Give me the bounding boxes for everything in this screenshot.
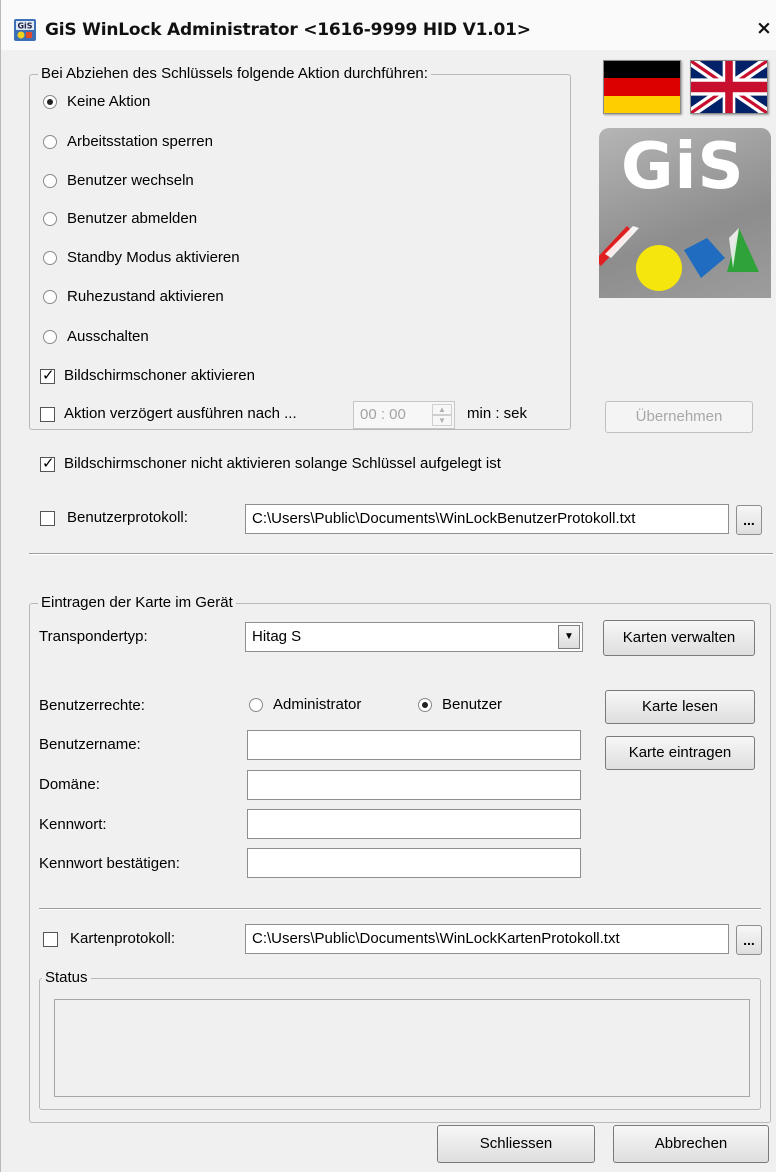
- radio-label-user: Benutzer: [442, 696, 503, 713]
- delay-checkbox[interactable]: [40, 407, 55, 422]
- radio-ruhezustand[interactable]: [43, 290, 57, 304]
- transponder-label: Transpondertyp:: [39, 628, 148, 645]
- radio-label-benutzer-wechseln: Benutzer wechseln: [67, 172, 194, 189]
- chevron-down-icon[interactable]: ▼: [558, 625, 580, 649]
- delay-time-value: 00 : 00: [360, 406, 406, 423]
- rights-label: Benutzerrechte:: [39, 697, 145, 714]
- close-window-button[interactable]: ×: [754, 16, 774, 40]
- radio-user[interactable]: [418, 698, 432, 712]
- radio-label-keine-aktion: Keine Aktion: [67, 93, 151, 110]
- radio-benutzer-wechseln[interactable]: [43, 174, 57, 188]
- svg-text:GiS: GiS: [17, 22, 32, 31]
- screensaver-checkbox[interactable]: [40, 366, 55, 384]
- gis-logo-shapes: [599, 226, 759, 291]
- radio-admin[interactable]: [249, 698, 263, 712]
- app-icon: GiS: [14, 19, 36, 41]
- radio-keine-aktion[interactable]: [43, 95, 57, 109]
- read-card-button[interactable]: Karte lesen: [605, 690, 755, 724]
- gis-logo-text: GiS: [621, 130, 745, 204]
- password-label: Kennwort:: [39, 816, 107, 833]
- no-screensaver-checkbox[interactable]: [40, 454, 55, 472]
- status-legend: Status: [42, 969, 91, 986]
- radio-label-benutzer-abmelden: Benutzer abmelden: [67, 210, 198, 227]
- domain-input[interactable]: [247, 770, 581, 800]
- card-log-browse-button[interactable]: ...: [736, 925, 762, 955]
- password-input[interactable]: [247, 809, 581, 839]
- card-log-label: Kartenprotokoll:: [70, 930, 176, 947]
- radio-ausschalten[interactable]: [43, 330, 57, 344]
- password-confirm-label: Kennwort bestätigen:: [39, 855, 180, 872]
- cancel-button[interactable]: Abbrechen: [613, 1125, 769, 1163]
- password-confirm-input[interactable]: [247, 848, 581, 878]
- manage-cards-button[interactable]: Karten verwalten: [603, 620, 755, 656]
- radio-arbeitsstation-sperren[interactable]: [43, 135, 57, 149]
- user-log-checkbox[interactable]: [40, 511, 55, 526]
- delay-time-spinner[interactable]: 00 : 00 ▲ ▼: [353, 401, 455, 429]
- action-group-legend: Bei Abziehen des Schlüssels folgende Akt…: [38, 65, 431, 82]
- radio-label-ruhezustand: Ruhezustand aktivieren: [67, 288, 224, 305]
- delay-label: Aktion verzögert ausführen nach ...: [64, 405, 297, 422]
- german-flag-icon[interactable]: [603, 60, 681, 114]
- transponder-value: Hitag S: [252, 628, 302, 645]
- domain-label: Domäne:: [39, 776, 100, 793]
- transponder-select[interactable]: Hitag S ▼: [245, 622, 583, 652]
- radio-benutzer-abmelden[interactable]: [43, 212, 57, 226]
- username-input[interactable]: [247, 730, 581, 760]
- uk-flag-icon[interactable]: [690, 60, 768, 114]
- user-log-path-input[interactable]: C:\Users\Public\Documents\WinLockBenutze…: [245, 504, 729, 534]
- card-log-checkbox[interactable]: [43, 932, 58, 947]
- radio-label-admin: Administrator: [273, 696, 362, 713]
- status-group: Status: [39, 969, 761, 1110]
- radio-label-standby: Standby Modus aktivieren: [67, 249, 240, 266]
- close-button[interactable]: Schliessen: [437, 1125, 595, 1163]
- card-group-legend: Eintragen der Karte im Gerät: [38, 594, 236, 611]
- spin-down-icon[interactable]: ▼: [432, 415, 452, 426]
- gis-logo: GiS: [599, 128, 771, 298]
- spin-up-icon[interactable]: ▲: [432, 404, 452, 415]
- radio-label-arbeitsstation-sperren: Arbeitsstation sperren: [67, 133, 213, 150]
- radio-standby[interactable]: [43, 251, 57, 265]
- screensaver-label: Bildschirmschoner aktivieren: [64, 367, 255, 384]
- apply-button[interactable]: Übernehmen: [605, 401, 753, 433]
- card-log-path-input[interactable]: C:\Users\Public\Documents\WinLockKartenP…: [245, 924, 729, 954]
- status-text: [54, 999, 750, 1097]
- app-window: GiS GiS WinLock Administrator <1616-9999…: [0, 0, 776, 1172]
- separator: [29, 553, 773, 555]
- card-separator: [39, 908, 761, 910]
- user-log-label: Benutzerprotokoll:: [67, 509, 188, 526]
- window-title: GiS WinLock Administrator <1616-9999 HID…: [45, 20, 531, 40]
- no-screensaver-label: Bildschirmschoner nicht aktivieren solan…: [64, 455, 501, 472]
- delay-unit-label: min : sek: [467, 405, 528, 422]
- username-label: Benutzername:: [39, 736, 141, 753]
- user-log-browse-button[interactable]: ...: [736, 505, 762, 535]
- radio-label-ausschalten: Ausschalten: [67, 328, 149, 345]
- title-bar[interactable]: GiS GiS WinLock Administrator <1616-9999…: [1, 0, 776, 50]
- write-card-button[interactable]: Karte eintragen: [605, 736, 755, 770]
